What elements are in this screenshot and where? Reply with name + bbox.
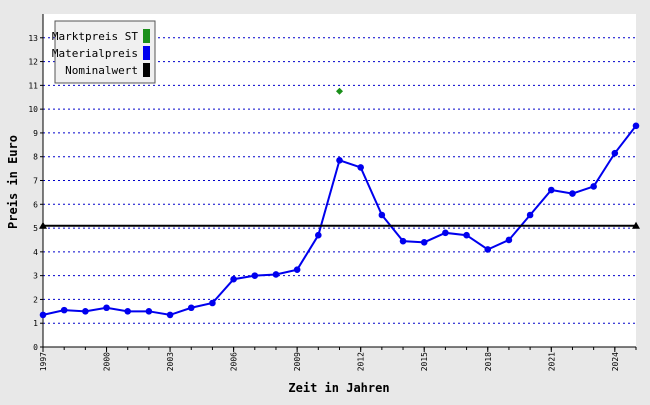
data-point-materialpreis xyxy=(336,156,343,164)
data-point-materialpreis xyxy=(272,271,280,278)
data-point-materialpreis xyxy=(82,308,89,315)
chart-svg: 0123456789101112131997 2000 2003 2006 2009 20… xyxy=(0,0,650,400)
data-point-materialpreis xyxy=(399,237,407,245)
y-tick-label: 5 xyxy=(33,224,38,233)
x-tick-label: 2018 xyxy=(484,352,493,371)
y-tick-label: 0 xyxy=(33,343,38,352)
data-point-materialpreis xyxy=(526,211,534,219)
data-point-materialpreis xyxy=(378,211,386,219)
y-tick-label: 4 xyxy=(33,248,38,257)
data-point-materialpreis xyxy=(166,311,174,319)
y-tick-label: 11 xyxy=(28,81,38,90)
x-tick-label: 2021 xyxy=(547,352,556,371)
data-point-materialpreis xyxy=(124,308,132,315)
data-point-materialpreis xyxy=(442,229,449,237)
legend-swatch-marktpreis-st xyxy=(143,29,150,43)
data-point-materialpreis xyxy=(251,272,259,279)
data-point-materialpreis xyxy=(484,246,492,253)
data-point-materialpreis xyxy=(103,304,110,312)
x-tick-label: 2009 xyxy=(293,352,302,371)
data-point-materialpreis xyxy=(230,275,237,283)
y-tick-label: 9 xyxy=(33,129,38,138)
data-point-materialpreis xyxy=(293,266,301,273)
legend-swatch-materialpreis xyxy=(143,46,150,60)
x-tick-label: 1997 xyxy=(39,352,48,371)
data-point-materialpreis xyxy=(569,190,576,197)
y-axis-label: Preis in Euro xyxy=(6,135,20,229)
y-tick-label: 1 xyxy=(33,319,38,328)
legend: Marktpreis ST Materialpreis Nominalwert xyxy=(52,20,156,84)
data-point-materialpreis xyxy=(39,311,47,319)
data-point-materialpreis xyxy=(145,308,153,315)
legend-swatch-nominalwert xyxy=(143,63,150,77)
data-point-materialpreis xyxy=(463,231,470,239)
data-point-materialpreis xyxy=(187,304,195,312)
x-tick-label: 2000 xyxy=(103,352,112,371)
x-tick-label: 2006 xyxy=(230,352,239,371)
data-point-materialpreis xyxy=(60,306,68,314)
x-tick-label: 2012 xyxy=(357,352,366,371)
y-tick-label: 8 xyxy=(33,153,38,162)
data-point-materialpreis xyxy=(420,239,428,246)
y-tick-label: 7 xyxy=(33,177,38,186)
data-point-materialpreis xyxy=(611,149,619,157)
data-point-materialpreis xyxy=(315,231,322,239)
x-tick-label: 2015 xyxy=(420,352,429,371)
y-tick-label: 10 xyxy=(28,105,38,114)
data-point-materialpreis xyxy=(209,299,216,307)
data-point-materialpreis xyxy=(505,236,513,244)
y-tick-label: 12 xyxy=(28,58,38,67)
y-tick-label: 13 xyxy=(28,34,38,43)
x-tick-label: 2003 xyxy=(166,352,175,371)
y-tick-label: 6 xyxy=(33,200,38,209)
data-point-materialpreis xyxy=(632,122,640,130)
chart-container: 0 1 2 3 4 5 6 7 8 9 10 11 12 13 1997 2000 2003 2006 2009 20… xyxy=(0,0,650,400)
data-point-materialpreis xyxy=(357,164,364,171)
legend-label-materialpreis: Materialpreis xyxy=(52,47,138,60)
legend-label-marktpreis-st: Marktpreis ST xyxy=(52,30,138,43)
data-point-materialpreis xyxy=(547,186,555,194)
y-tick-label: 2 xyxy=(33,295,38,304)
x-axis-label: Zeit in Jahren xyxy=(288,381,389,395)
legend-label-nominalwert: Nominalwert xyxy=(65,64,138,77)
x-tick-label: 2024 xyxy=(611,352,620,371)
y-tick-label: 3 xyxy=(33,272,38,281)
data-point-materialpreis xyxy=(590,183,597,190)
